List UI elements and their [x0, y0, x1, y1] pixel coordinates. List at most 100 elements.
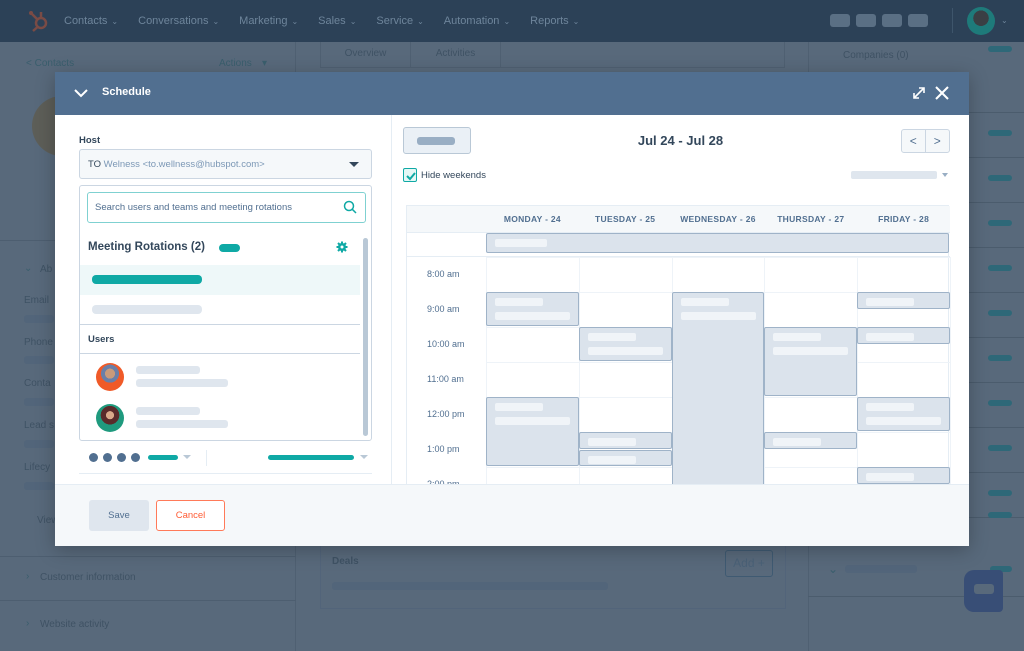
close-icon[interactable] — [934, 85, 950, 101]
day-header: MONDAY - 24 — [503, 214, 561, 224]
nav-reports[interactable]: Reports ⌄ — [530, 15, 579, 27]
utility-icon-4[interactable] — [908, 14, 928, 27]
dropdown-scrollbar[interactable] — [363, 238, 368, 436]
calendar-event[interactable] — [486, 292, 579, 326]
all-day-row — [407, 233, 950, 257]
deals-title: Deals — [332, 556, 359, 567]
gear-icon[interactable] — [336, 241, 348, 253]
calendar-header: MONDAY - 24 TUESDAY - 25 WEDNESDAY - 26 THU… — [407, 206, 950, 233]
hubspot-logo-icon[interactable] — [26, 8, 52, 34]
all-day-event[interactable] — [486, 233, 949, 253]
checkmark-icon — [406, 172, 416, 181]
nav-service[interactable]: Service ⌄ — [376, 15, 423, 27]
back-to-contacts-link[interactable]: < Contacts — [26, 58, 74, 69]
actions-menu[interactable]: Actions — [219, 58, 252, 69]
time-label: 11:00 am — [427, 373, 464, 384]
search-input[interactable] — [88, 193, 338, 222]
hide-weekends-checkbox[interactable] — [403, 168, 417, 182]
add-deal-button[interactable]: Add + — [725, 550, 773, 577]
schedule-modal: Schedule Host TO Welness <to.wellness@hu… — [55, 72, 969, 546]
tab-activities[interactable]: Activities — [411, 42, 501, 67]
calendar-event[interactable] — [857, 467, 950, 484]
calendar-event[interactable] — [857, 327, 950, 344]
host-dropdown: Meeting Rotations (2) Users — [79, 185, 372, 441]
pagination-dots[interactable] — [89, 453, 140, 462]
time-label: 1:00 pm — [427, 443, 460, 454]
user-item[interactable] — [80, 358, 360, 398]
calendar-event[interactable] — [486, 397, 579, 466]
expand-icon[interactable] — [911, 85, 927, 101]
search-icon[interactable] — [343, 200, 357, 214]
caret-down-icon[interactable] — [360, 455, 368, 459]
time-label: 8:00 am — [427, 268, 460, 279]
calendar-event[interactable] — [857, 292, 950, 309]
hide-weekends-toggle[interactable]: Hide weekends — [403, 168, 486, 182]
nav-sales[interactable]: Sales ⌄ — [318, 15, 356, 27]
timezone-select[interactable] — [851, 171, 937, 179]
companies-title: Companies (0) — [843, 50, 909, 61]
website-activity-section[interactable]: Website activity — [40, 619, 109, 630]
field-label-lifecycle: Lifecy — [24, 462, 51, 473]
prev-week-button[interactable]: < — [902, 130, 926, 152]
day-header: WEDNESDAY - 26 — [680, 214, 756, 224]
calendar-event[interactable] — [578, 432, 672, 449]
field-label-contact: Conta — [24, 378, 51, 389]
caret-down-icon: ▾ — [262, 58, 268, 69]
cancel-button[interactable]: Cancel — [156, 500, 225, 531]
field-label-email: Email — [24, 295, 50, 306]
grid-hour-line — [486, 257, 950, 258]
chevron-down-icon: ⌄ — [572, 16, 580, 26]
calendar-event[interactable] — [764, 432, 858, 449]
nav-contacts[interactable]: Contacts ⌄ — [64, 15, 118, 27]
rotation-item-selected[interactable] — [80, 265, 360, 295]
calendar-panel: Jul 24 - Jul 28 < > Hide weekends MONDAY… — [392, 115, 969, 484]
calendar-event[interactable] — [857, 397, 950, 431]
deals-card — [320, 545, 786, 609]
chevron-down-icon: ⌄ — [212, 16, 220, 26]
chevron-right-icon: › — [26, 571, 30, 582]
caret-down-icon[interactable] — [942, 173, 948, 177]
user-avatar — [96, 363, 124, 391]
day-header: FRIDAY - 28 — [878, 214, 930, 224]
save-button[interactable]: Save — [89, 500, 149, 531]
chevron-down-icon: ⌄ — [111, 16, 119, 26]
chat-launcher-button[interactable] — [964, 570, 1003, 612]
customer-information-section[interactable]: Customer information — [40, 572, 136, 583]
chevron-down-icon: ⌄ — [417, 16, 424, 26]
day-header: THURSDAY - 27 — [777, 214, 845, 224]
calendar-event[interactable] — [578, 449, 672, 466]
meeting-rotations-section: Meeting Rotations (2) — [80, 229, 360, 265]
week-title: Jul 24 - Jul 28 — [637, 133, 724, 148]
chevron-down-icon: ⌄ — [503, 16, 511, 26]
next-week-button[interactable]: > — [926, 130, 949, 152]
caret-down-icon[interactable] — [183, 455, 191, 459]
about-section-title[interactable]: Ab — [40, 264, 52, 275]
utility-icon-3[interactable] — [882, 14, 902, 27]
time-label: 10:00 am — [427, 338, 465, 349]
user-avatar[interactable] — [967, 7, 995, 35]
nav-utility-icons — [830, 14, 928, 27]
calendar-event[interactable] — [671, 292, 765, 484]
caret-down-icon — [349, 162, 359, 167]
nav-automation[interactable]: Automation ⌄ — [444, 15, 510, 27]
time-label: 12:00 pm — [427, 408, 465, 419]
week-navigation: < > — [901, 129, 950, 153]
calendar-event[interactable] — [764, 327, 858, 396]
utility-icon-1[interactable] — [830, 14, 850, 27]
utility-icon-2[interactable] — [856, 14, 876, 27]
search-field[interactable] — [87, 192, 366, 223]
calendar-event[interactable] — [578, 327, 672, 361]
users-section-header: Users — [80, 324, 360, 354]
user-item[interactable] — [80, 399, 360, 439]
chevron-right-icon: › — [26, 618, 30, 629]
nav-marketing[interactable]: Marketing ⌄ — [239, 15, 298, 27]
nav-conversations[interactable]: Conversations ⌄ — [138, 15, 219, 27]
host-select[interactable]: TO Welness <to.wellness@hubspot.com> — [79, 149, 372, 179]
rotation-item[interactable] — [80, 295, 360, 324]
chevron-down-icon[interactable]: ⌄ — [1001, 16, 1008, 25]
tab-overview[interactable]: Overview — [321, 42, 411, 67]
user-avatar — [96, 404, 124, 432]
chevron-down-icon[interactable] — [73, 85, 89, 101]
chevron-down-icon: ⌄ — [24, 263, 33, 274]
hide-weekends-label: Hide weekends — [421, 169, 486, 181]
